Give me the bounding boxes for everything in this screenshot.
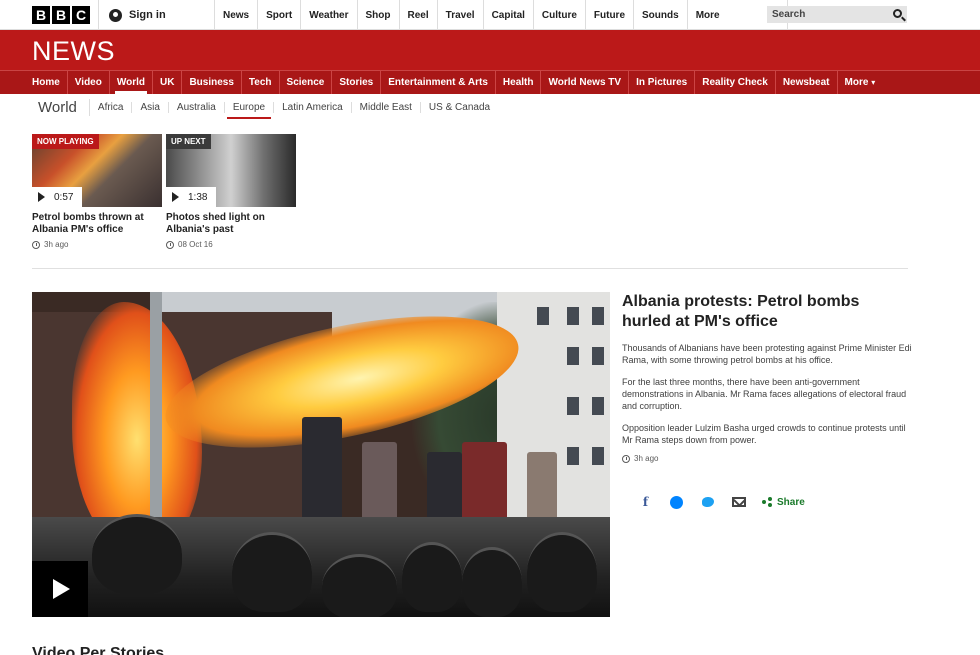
nav-item-reality-check[interactable]: Reality Check	[695, 71, 776, 94]
story-summary: Albania protests: Petrol bombs hurled at…	[622, 292, 912, 463]
nav-item-in-pictures[interactable]: In Pictures	[629, 71, 696, 94]
share-label: Share	[777, 496, 805, 508]
user-icon	[109, 8, 122, 22]
subnav-item-europe[interactable]: Europe	[225, 101, 275, 119]
top-nav-item-future[interactable]: Future	[586, 0, 635, 30]
up-next-badge: UP NEXT	[166, 134, 211, 149]
news-banner: NEWS	[0, 30, 980, 70]
search-icon[interactable]	[893, 9, 902, 18]
bbc-logo[interactable]: B B C	[32, 6, 90, 24]
nav-more-label: More	[844, 77, 869, 88]
top-nav-item-shop[interactable]: Shop	[358, 0, 400, 30]
subnav-item-us-canada[interactable]: US & Canada	[421, 102, 498, 113]
top-nav: News Sport Weather Shop Reel Travel Capi…	[215, 0, 788, 30]
top-nav-item-weather[interactable]: Weather	[301, 0, 358, 30]
story-paragraph: Opposition leader Lulzim Basha urged cro…	[622, 423, 906, 445]
video-timestamp: 3h ago	[32, 240, 162, 249]
subnav-item-latin-america[interactable]: Latin America	[274, 101, 352, 113]
video-title[interactable]: Photos shed light on Albania's past	[166, 212, 296, 236]
search-placeholder: Search	[772, 9, 806, 20]
clock-icon	[166, 240, 174, 249]
story-paragraph: Thousands of Albanians have been protest…	[622, 343, 912, 365]
share-tools: f Share	[630, 494, 805, 510]
nav-item-business[interactable]: Business	[182, 71, 242, 94]
story-timestamp: 3h ago	[622, 454, 912, 463]
twitter-icon-wrap[interactable]	[692, 494, 723, 510]
story-headline[interactable]: Albania protests: Petrol bombs hurled at…	[622, 292, 912, 332]
timestamp-label: 3h ago	[634, 454, 659, 463]
share-icon	[762, 497, 772, 507]
top-nav-item-sport[interactable]: Sport	[258, 0, 302, 30]
duration-label: 1:38	[188, 191, 208, 203]
messenger-icon	[670, 495, 683, 509]
story-paragraph: For the last three months, there have be…	[622, 377, 907, 411]
divider	[32, 268, 908, 269]
email-icon	[731, 497, 746, 507]
subnav-item-asia[interactable]: Asia	[132, 101, 169, 113]
play-icon	[38, 192, 45, 202]
clock-icon	[32, 240, 40, 249]
video-card[interactable]: UP NEXT 1:38 Photos shed light on Albani…	[166, 134, 296, 249]
nav-item-world[interactable]: World	[110, 71, 153, 94]
section-title[interactable]: World	[38, 98, 90, 116]
video-duration: 1:38	[166, 187, 216, 207]
now-playing-badge: NOW PLAYING	[32, 134, 99, 149]
play-icon	[53, 579, 70, 599]
nav-item-stories[interactable]: Stories	[332, 71, 382, 94]
news-wordmark[interactable]: NEWS	[32, 36, 115, 67]
nav-item-newsbeat[interactable]: Newsbeat	[776, 71, 838, 94]
section-heading: Video Per Stories	[32, 645, 165, 655]
logo-letter: C	[72, 6, 90, 24]
logo-letter: B	[52, 6, 70, 24]
messenger-icon-wrap[interactable]	[661, 494, 692, 510]
nav-item-entertainment[interactable]: Entertainment & Arts	[381, 71, 496, 94]
sign-in-link[interactable]: Sign in	[98, 0, 215, 30]
nav-item-health[interactable]: Health	[496, 71, 542, 94]
hero-video[interactable]	[32, 292, 610, 617]
timestamp-label: 08 Oct 16	[178, 240, 213, 249]
clock-icon	[622, 454, 630, 463]
nav-item-home[interactable]: Home	[25, 71, 68, 94]
duration-label: 0:57	[54, 191, 74, 203]
share-button[interactable]: Share	[762, 497, 805, 508]
top-nav-item-sounds[interactable]: Sounds	[634, 0, 688, 30]
nav-item-uk[interactable]: UK	[153, 71, 183, 94]
video-card[interactable]: NOW PLAYING 0:57 Petrol bombs thrown at …	[32, 134, 162, 249]
chevron-down-icon: ▾	[871, 78, 876, 87]
video-title[interactable]: Petrol bombs thrown at Albania PM's offi…	[32, 212, 162, 236]
subnav-item-australia[interactable]: Australia	[169, 101, 225, 113]
top-bar: B B C Sign in News Sport Weather Shop Re…	[0, 0, 980, 30]
top-nav-item-travel[interactable]: Travel	[438, 0, 484, 30]
video-timestamp: 08 Oct 16	[166, 240, 296, 249]
top-nav-item-culture[interactable]: Culture	[534, 0, 586, 30]
facebook-icon[interactable]: f	[630, 494, 661, 510]
subnav-item-africa[interactable]: Africa	[90, 101, 133, 113]
nav-item-science[interactable]: Science	[280, 71, 333, 94]
logo-letter: B	[32, 6, 50, 24]
email-icon-wrap[interactable]	[723, 494, 754, 510]
world-subnav: World Africa Asia Australia Europe Latin…	[0, 94, 980, 120]
top-nav-item-reel[interactable]: Reel	[400, 0, 438, 30]
twitter-icon	[701, 497, 714, 507]
play-button[interactable]	[32, 561, 88, 617]
top-nav-item-news[interactable]: News	[215, 0, 259, 30]
video-duration: 0:57	[32, 187, 82, 207]
main-nav: Home Video World UK Business Tech Scienc…	[0, 70, 980, 94]
nav-more-dropdown[interactable]: More ▾	[838, 71, 883, 94]
nav-item-tech[interactable]: Tech	[242, 71, 280, 94]
hero-pole	[150, 292, 162, 552]
more-label: More	[695, 9, 720, 21]
subnav-item-middle-east[interactable]: Middle East	[352, 101, 421, 113]
play-icon	[172, 192, 179, 202]
nav-item-video[interactable]: Video	[68, 71, 110, 94]
search-input[interactable]: Search	[767, 6, 907, 23]
sign-in-label: Sign in	[129, 9, 166, 21]
timestamp-label: 3h ago	[44, 240, 69, 249]
nav-item-world-news-tv[interactable]: World News TV	[541, 71, 630, 94]
video-thumbnail[interactable]: UP NEXT 1:38	[166, 134, 296, 207]
top-nav-item-capital[interactable]: Capital	[484, 0, 534, 30]
video-thumbnail[interactable]: NOW PLAYING 0:57	[32, 134, 162, 207]
